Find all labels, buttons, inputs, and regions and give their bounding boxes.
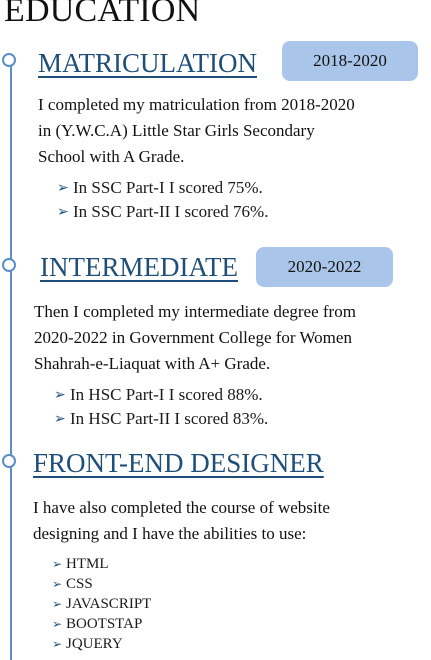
description-line: 2020-2022 in Government College for Wome… bbox=[34, 328, 352, 347]
arrow-right-icon: ➢ bbox=[57, 180, 69, 196]
section-title-intermediate: INTERMEDIATE bbox=[40, 252, 238, 282]
section-description: I have also completed the course of webs… bbox=[33, 495, 330, 547]
description-line: designing and I have the abilities to us… bbox=[33, 524, 307, 543]
arrow-right-icon: ➢ bbox=[52, 636, 63, 651]
arrow-right-icon: ➢ bbox=[54, 387, 66, 403]
score-list: ➢ In HSC Part-I I scored 88%. ➢ In HSC Par… bbox=[54, 383, 268, 431]
description-line: in (Y.W.C.A) Little Star Girls Secondary bbox=[38, 121, 315, 140]
list-item: ➢ HTML bbox=[52, 554, 151, 574]
section-description: Then I completed my intermediate degree … bbox=[34, 299, 356, 377]
timeline-circle-icon bbox=[2, 258, 16, 272]
description-line: Shahrah-e-Liaquat with A+ Grade. bbox=[34, 354, 271, 373]
skills-list: ➢ HTML ➢ CSS ➢ JAVASCRIPT ➢ BOOTSTAP ➢ JQUERY bbox=[52, 554, 151, 654]
list-item-label: HTML bbox=[66, 555, 109, 572]
list-item: ➢ BOOTSTAP bbox=[52, 614, 151, 634]
list-item: ➢ JQUERY bbox=[52, 634, 151, 654]
date-badge: 2020-2022 bbox=[256, 247, 393, 287]
date-badge: 2018-2020 bbox=[282, 41, 418, 81]
timeline-circle-icon bbox=[2, 53, 16, 67]
list-item: ➢ In HSC Part-II I scored 83%. bbox=[54, 407, 268, 431]
list-item: ➢ CSS bbox=[52, 574, 151, 594]
score-list: ➢ In SSC Part-I I scored 75%. ➢ In SSC Par… bbox=[57, 176, 268, 224]
arrow-right-icon: ➢ bbox=[52, 596, 63, 611]
list-item-label: In HSC Part-II I scored 83%. bbox=[70, 409, 269, 428]
section-title-matriculation: MATRICULATION bbox=[38, 48, 257, 78]
list-item: ➢ In HSC Part-I I scored 88%. bbox=[54, 383, 268, 407]
arrow-right-icon: ➢ bbox=[52, 576, 63, 591]
description-line: Then I completed my intermediate degree … bbox=[34, 302, 356, 321]
list-item: ➢ In SSC Part-I I scored 75%. bbox=[57, 176, 268, 200]
list-item-label: JAVASCRIPT bbox=[66, 595, 152, 612]
description-line: I completed my matriculation from 2018-2… bbox=[38, 95, 355, 114]
list-item-label: In SSC Part-I I scored 75%. bbox=[73, 178, 263, 197]
arrow-right-icon: ➢ bbox=[54, 411, 66, 427]
description-line: School with A Grade. bbox=[38, 147, 185, 166]
list-item: ➢ In SSC Part-II I scored 76%. bbox=[57, 200, 268, 224]
arrow-right-icon: ➢ bbox=[52, 556, 63, 571]
description-line: I have also completed the course of webs… bbox=[33, 498, 330, 517]
list-item-label: CSS bbox=[66, 575, 93, 592]
timeline-circle-icon bbox=[2, 454, 16, 468]
timeline-line bbox=[10, 60, 12, 660]
section-title-front-end-designer: FRONT-END DESIGNER bbox=[33, 448, 324, 478]
list-item-label: In HSC Part-I I scored 88%. bbox=[70, 385, 263, 404]
list-item: ➢ JAVASCRIPT bbox=[52, 594, 151, 614]
page-title: EDUCATION bbox=[4, 0, 201, 29]
arrow-right-icon: ➢ bbox=[52, 616, 63, 631]
list-item-label: BOOTSTAP bbox=[66, 615, 143, 632]
section-description: I completed my matriculation from 2018-2… bbox=[38, 92, 355, 170]
arrow-right-icon: ➢ bbox=[57, 204, 69, 220]
list-item-label: JQUERY bbox=[66, 635, 123, 652]
list-item-label: In SSC Part-II I scored 76%. bbox=[73, 202, 269, 221]
